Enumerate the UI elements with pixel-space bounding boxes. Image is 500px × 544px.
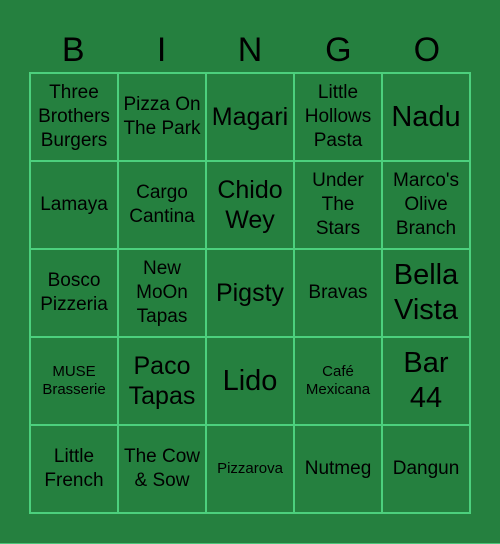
bingo-cell[interactable]: Marco's Olive Branch bbox=[382, 161, 470, 249]
bingo-cell[interactable]: Little Hollows Pasta bbox=[294, 73, 382, 161]
header-letter-o: O bbox=[413, 31, 441, 69]
bingo-cell[interactable]: Bosco Pizzeria bbox=[30, 249, 118, 337]
bingo-cell[interactable]: Café Mexicana bbox=[294, 337, 382, 425]
bingo-cell[interactable]: Pizza On The Park bbox=[118, 73, 206, 161]
bingo-cell[interactable]: New MoOn Tapas bbox=[118, 249, 206, 337]
header-letter-g: G bbox=[325, 31, 352, 69]
bingo-cell[interactable]: Pizzarova bbox=[206, 425, 294, 513]
bingo-header: B I N G O bbox=[29, 28, 471, 72]
bingo-cell[interactable]: Nadu bbox=[382, 73, 470, 161]
bingo-cell[interactable]: Lido bbox=[206, 337, 294, 425]
header-letter-n: N bbox=[237, 31, 263, 69]
bingo-cell[interactable]: Cargo Cantina bbox=[118, 161, 206, 249]
bingo-cell[interactable]: Bar 44 bbox=[382, 337, 470, 425]
header-letter-b: B bbox=[61, 31, 85, 69]
bingo-cell[interactable]: Little French bbox=[30, 425, 118, 513]
bingo-cell[interactable]: MUSE Brasserie bbox=[30, 337, 118, 425]
bingo-cell[interactable]: Lamaya bbox=[30, 161, 118, 249]
bingo-card: B I N G O Three Brothers Burgers Pizza O… bbox=[0, 0, 500, 544]
bingo-cell[interactable]: Nutmeg bbox=[294, 425, 382, 513]
bingo-cell[interactable]: Magari bbox=[206, 73, 294, 161]
bingo-cell[interactable]: Bravas bbox=[294, 249, 382, 337]
bingo-cell[interactable]: Pigsty bbox=[206, 249, 294, 337]
header-letter-i: I bbox=[156, 31, 167, 69]
bingo-cell[interactable]: Paco Tapas bbox=[118, 337, 206, 425]
bingo-cell[interactable]: The Cow & Sow bbox=[118, 425, 206, 513]
bingo-grid: Three Brothers Burgers Pizza On The Park… bbox=[29, 72, 471, 514]
bingo-cell[interactable]: Bella Vista bbox=[382, 249, 470, 337]
bingo-cell[interactable]: Three Brothers Burgers bbox=[30, 73, 118, 161]
bingo-cell[interactable]: Under The Stars bbox=[294, 161, 382, 249]
bingo-cell[interactable]: Dangun bbox=[382, 425, 470, 513]
bingo-cell[interactable]: Chido Wey bbox=[206, 161, 294, 249]
